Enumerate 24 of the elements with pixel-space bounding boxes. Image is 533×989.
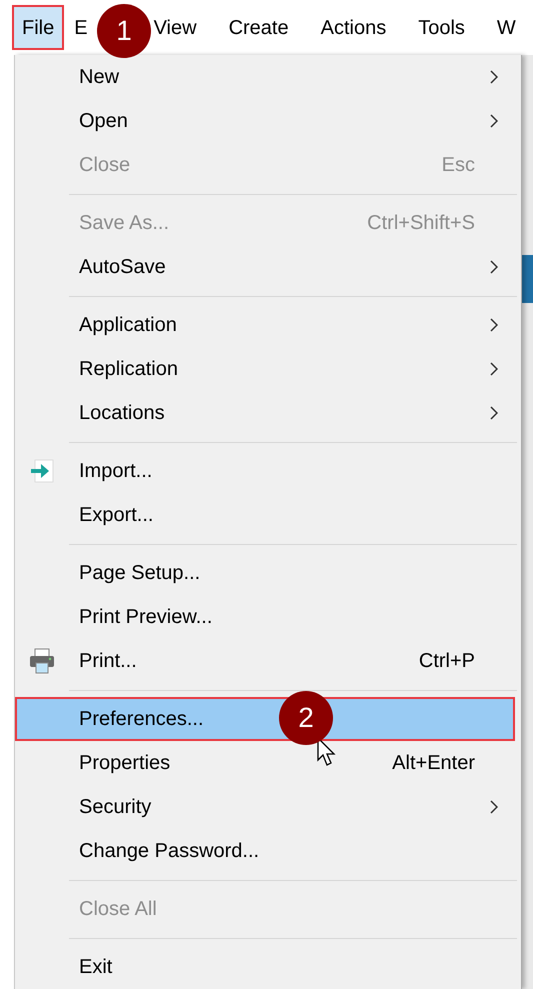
menu-item[interactable]: Security bbox=[15, 785, 515, 829]
menu-item[interactable]: Print Preview... bbox=[15, 595, 515, 639]
menu-bar-item[interactable]: E bbox=[72, 5, 90, 50]
import-icon bbox=[29, 458, 55, 484]
menu-item[interactable]: Locations bbox=[15, 391, 515, 435]
step-callout: 1 bbox=[97, 4, 151, 58]
menu-item[interactable]: Exit bbox=[15, 945, 515, 989]
menu-item[interactable]: Page Setup... bbox=[15, 551, 515, 595]
menu-item[interactable]: Export... bbox=[15, 493, 515, 537]
menu-item[interactable]: New bbox=[15, 55, 515, 99]
menu-bar-item[interactable]: View bbox=[152, 5, 199, 50]
menu-item[interactable]: Print... Ctrl+P bbox=[15, 639, 515, 683]
menu-item[interactable]: Application bbox=[15, 303, 515, 347]
menu-item[interactable]: Open bbox=[15, 99, 515, 143]
menu-bar-item[interactable]: W bbox=[494, 5, 518, 50]
menu-bar-item[interactable]: File bbox=[12, 5, 64, 50]
menu-bar-item[interactable]: Create bbox=[226, 5, 291, 50]
menu-item[interactable]: AutoSave bbox=[15, 245, 515, 289]
menu-item[interactable]: Replication bbox=[15, 347, 515, 391]
menu-item[interactable]: Change Password... bbox=[15, 829, 515, 873]
menu-bar-item[interactable]: Tools bbox=[416, 5, 467, 50]
menu-bar-item[interactable]: Actions bbox=[318, 5, 388, 50]
printer-icon bbox=[28, 647, 56, 675]
menu-item[interactable]: Import... bbox=[15, 449, 515, 493]
